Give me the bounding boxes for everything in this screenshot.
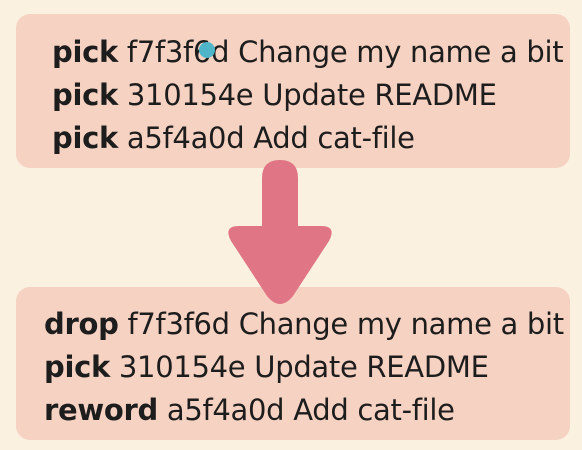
arrow-shape bbox=[228, 160, 332, 304]
cursor-dot-icon bbox=[199, 42, 215, 58]
arrow-down-icon bbox=[228, 160, 332, 304]
